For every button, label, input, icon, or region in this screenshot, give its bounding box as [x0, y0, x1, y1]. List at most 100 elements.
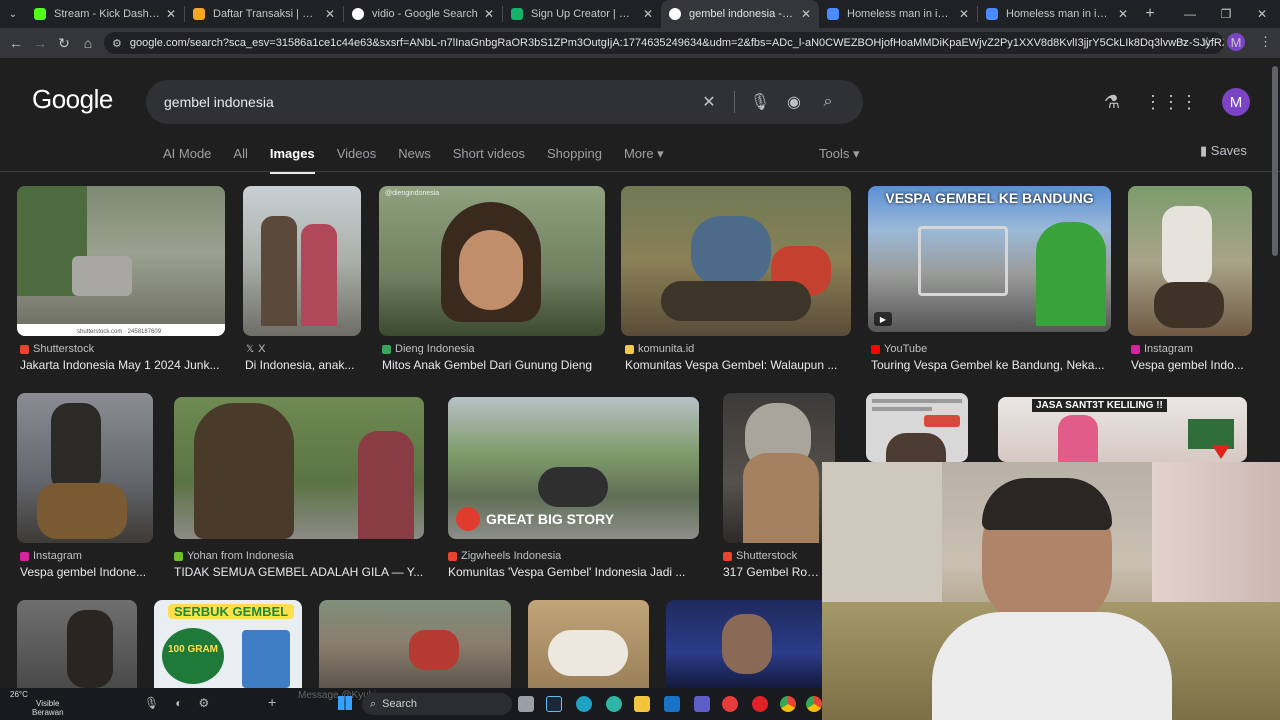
result-thumbnail[interactable]: SERBUK GEMBEL 100 GRAM: [154, 600, 302, 688]
tab-news[interactable]: News: [398, 146, 431, 174]
zoom-icon[interactable]: ⌕: [1180, 34, 1187, 50]
image-result[interactable]: [621, 186, 851, 336]
apps-grid-icon[interactable]: ⋮⋮⋮: [1144, 92, 1198, 113]
tab-4[interactable]: gembel indonesia - Google Search ✕: [661, 0, 819, 28]
image-result[interactable]: [1128, 186, 1252, 336]
search-input[interactable]: gembel indonesia: [164, 94, 692, 110]
minimize-icon[interactable]: —: [1172, 0, 1208, 28]
microphone-icon[interactable]: 🎙: [144, 696, 159, 710]
opera-icon[interactable]: [752, 696, 768, 712]
image-result[interactable]: shutterstock.com · 2458187609: [17, 186, 225, 336]
result-thumbnail[interactable]: [621, 186, 851, 336]
back-icon[interactable]: ←: [4, 35, 28, 51]
image-result[interactable]: [17, 600, 137, 688]
new-tab-button[interactable]: +: [1136, 5, 1164, 23]
teams-icon[interactable]: [694, 696, 710, 712]
image-result[interactable]: JASA SANT3T KELILING !!: [998, 397, 1247, 462]
edge-icon[interactable]: [576, 696, 592, 712]
file-explorer-icon[interactable]: [634, 696, 650, 712]
clear-icon[interactable]: ✕: [692, 92, 726, 112]
image-result[interactable]: VESPA GEMBEL KE BANDUNG ▶: [868, 186, 1111, 332]
taskbar-search[interactable]: ⌕ Search: [362, 693, 512, 715]
tab-ai-mode[interactable]: AI Mode: [163, 146, 211, 174]
close-icon[interactable]: ✕: [1118, 7, 1128, 21]
image-result[interactable]: SERBUK GEMBEL 100 GRAM: [154, 600, 302, 688]
account-avatar[interactable]: M: [1222, 88, 1250, 116]
result-source[interactable]: YouTube: [871, 343, 927, 355]
steam-icon[interactable]: [546, 696, 562, 712]
result-thumbnail[interactable]: [243, 186, 361, 336]
tab-images[interactable]: Images: [269, 146, 315, 174]
result-caption[interactable]: Di Indonesia, anak...: [245, 358, 361, 372]
tab-3[interactable]: Sign Up Creator | SociaBuzz ✕: [503, 0, 661, 28]
headset-icon[interactable]: ◐: [175, 696, 182, 710]
windows-start-icon[interactable]: [338, 696, 352, 710]
result-thumbnail[interactable]: VESPA GEMBEL KE BANDUNG ▶: [868, 186, 1111, 332]
tab-0[interactable]: Stream - Kick Dashboard ✕: [26, 0, 184, 28]
image-result[interactable]: GREAT BIG STORY: [448, 397, 699, 539]
edge-dev-icon[interactable]: [606, 696, 622, 712]
result-thumbnail[interactable]: [174, 397, 424, 539]
result-caption[interactable]: Komunitas 'Vespa Gembel' Indonesia Jadi …: [448, 565, 698, 579]
tab-6[interactable]: Homeless man in indonesia sitt ✕: [978, 0, 1136, 28]
result-thumbnail[interactable]: [1128, 186, 1252, 336]
result-source[interactable]: Yohan from Indonesia: [174, 550, 294, 562]
result-thumbnail[interactable]: [528, 600, 649, 688]
close-icon[interactable]: ✕: [484, 7, 494, 21]
result-caption[interactable]: Jakarta Indonesia May 1 2024 Junk...: [20, 358, 225, 372]
task-view-icon[interactable]: [518, 696, 534, 712]
result-thumbnail[interactable]: JASA SANT3T KELILING !!: [998, 397, 1247, 462]
app-t-icon[interactable]: [722, 696, 738, 712]
tools-button[interactable]: Tools ▾: [819, 146, 860, 162]
image-result[interactable]: [319, 600, 511, 688]
result-caption[interactable]: 317 Gembel Royal: [723, 565, 822, 579]
browser-profile-avatar[interactable]: M: [1227, 33, 1245, 51]
result-source[interactable]: Zigwheels Indonesia: [448, 550, 561, 562]
close-icon[interactable]: ✕: [801, 7, 811, 21]
tab-1[interactable]: Daftar Transaksi | Saweria ✕: [185, 0, 343, 28]
result-caption[interactable]: Mitos Anak Gembel Dari Gunung Dieng: [382, 358, 607, 372]
lens-icon[interactable]: ◉: [777, 92, 811, 112]
search-box[interactable]: gembel indonesia ✕ 🎙 ◉ ⌕: [146, 80, 863, 124]
result-caption[interactable]: Vespa gembel Indone...: [20, 565, 153, 579]
image-result[interactable]: [866, 393, 968, 462]
result-source[interactable]: Instagram: [20, 550, 82, 562]
image-result[interactable]: [174, 397, 424, 539]
google-logo[interactable]: Google: [32, 84, 113, 115]
tab-shopping[interactable]: Shopping: [547, 146, 602, 174]
result-thumbnail[interactable]: GREAT BIG STORY: [448, 397, 699, 539]
result-caption[interactable]: Touring Vespa Gembel ke Bandung, Neka...: [871, 358, 1111, 372]
address-bar[interactable]: ⚙ google.com/search?sca_esv=31586a1ce1c4…: [104, 32, 1224, 54]
tab-2[interactable]: vidio - Google Search ✕: [344, 0, 502, 28]
tab-more[interactable]: More ▾: [624, 146, 664, 174]
image-result[interactable]: [528, 600, 649, 688]
image-result[interactable]: [666, 600, 822, 688]
chrome-icon[interactable]: [780, 696, 796, 712]
result-source[interactable]: Shutterstock: [723, 550, 797, 562]
site-info-icon[interactable]: ⚙: [112, 37, 122, 50]
labs-flask-icon[interactable]: ⚗: [1104, 92, 1120, 113]
microphone-icon[interactable]: 🎙: [743, 92, 777, 112]
chrome-alt-icon[interactable]: [806, 696, 822, 712]
forward-icon[interactable]: →: [28, 35, 52, 51]
browser-menu-icon[interactable]: ⋮: [1259, 34, 1272, 50]
close-window-icon[interactable]: ✕: [1244, 0, 1280, 28]
close-icon[interactable]: ✕: [643, 7, 653, 21]
tab-all[interactable]: All: [233, 146, 247, 174]
result-source[interactable]: komunita.id: [625, 343, 694, 355]
tab-search-menu[interactable]: ⌄: [0, 0, 26, 28]
result-thumbnail[interactable]: [866, 393, 968, 462]
result-source[interactable]: Dieng Indonesia: [382, 343, 475, 355]
result-source[interactable]: 𝕏X: [246, 343, 265, 355]
search-icon[interactable]: ⌕: [811, 93, 845, 111]
result-caption[interactable]: Vespa gembel Indo...: [1131, 358, 1252, 372]
restore-icon[interactable]: ❐: [1208, 0, 1244, 28]
result-thumbnail[interactable]: @diengindonesia: [379, 186, 605, 336]
image-result[interactable]: [243, 186, 361, 336]
result-thumbnail[interactable]: [666, 600, 822, 688]
home-icon[interactable]: ⌂: [76, 35, 100, 51]
image-result[interactable]: [17, 393, 153, 543]
image-result[interactable]: [723, 393, 835, 543]
reload-icon[interactable]: ↻: [52, 35, 76, 52]
result-source[interactable]: Shutterstock: [20, 343, 94, 355]
